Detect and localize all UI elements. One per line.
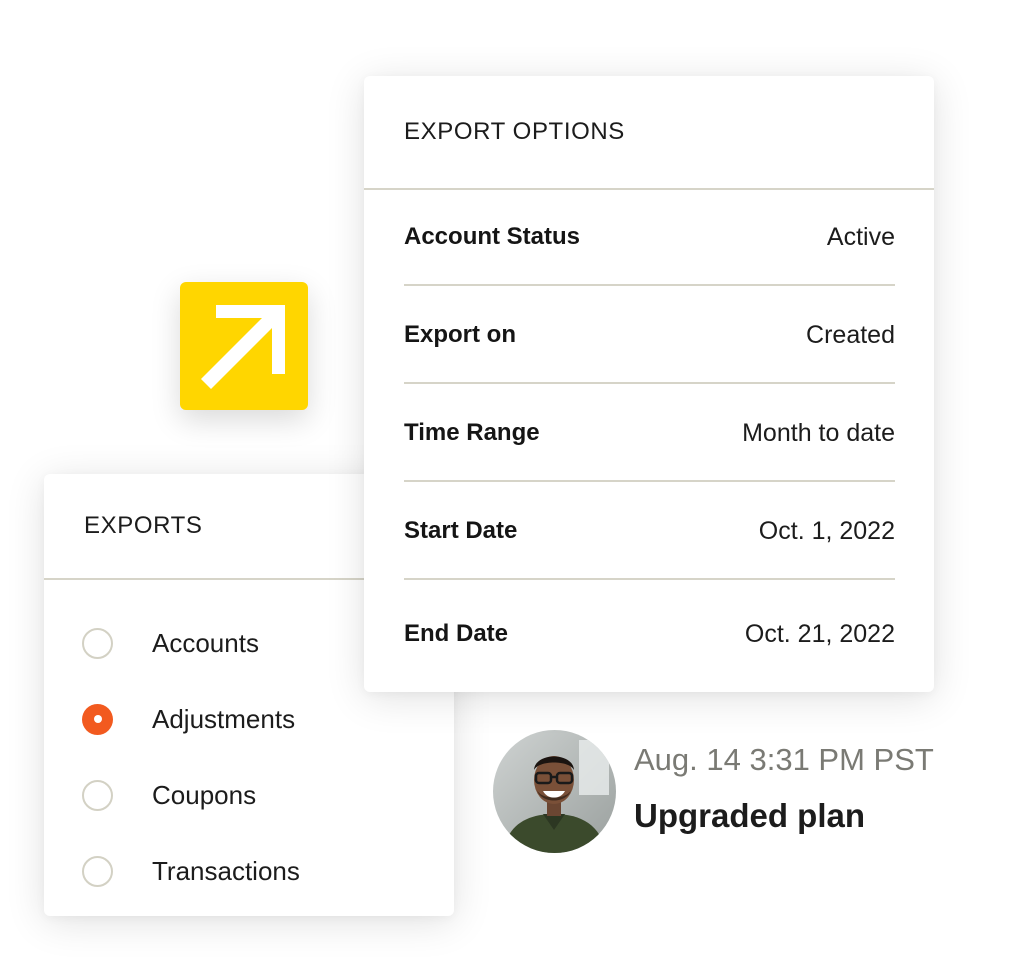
option-value[interactable]: Created	[806, 321, 895, 350]
user-avatar-photo	[493, 730, 616, 853]
exports-title: EXPORTS	[84, 512, 203, 539]
activity-timestamp: Aug. 14 3:31 PM PST	[634, 742, 934, 777]
option-value[interactable]: Active	[827, 223, 895, 252]
export-option-accounts[interactable]: Accounts	[82, 605, 300, 681]
export-options-header: EXPORT OPTIONS	[364, 76, 934, 190]
radio-label: Adjustments	[152, 703, 296, 734]
option-label: Start Date	[404, 517, 518, 544]
radio-button-selected[interactable]	[82, 703, 113, 735]
export-arrow-tile	[180, 282, 308, 410]
export-option-transactions[interactable]: Transactions	[82, 833, 300, 909]
export-options-panel: EXPORT OPTIONS Account Status Active Exp…	[364, 76, 934, 692]
option-value[interactable]: Oct. 21, 2022	[745, 620, 895, 649]
exports-radio-list: Accounts Adjustments Coupons Transaction…	[82, 605, 300, 909]
activity-event: Upgraded plan	[634, 797, 866, 834]
option-value[interactable]: Month to date	[742, 419, 895, 448]
option-value[interactable]: Oct. 1, 2022	[759, 517, 895, 546]
radio-button[interactable]	[82, 627, 113, 659]
option-row-export-on[interactable]: Export on Created	[404, 288, 895, 384]
export-option-adjustments[interactable]: Adjustments	[82, 681, 300, 757]
export-options-title: EXPORT OPTIONS	[404, 118, 625, 145]
radio-label: Accounts	[152, 627, 259, 658]
option-row-account-status[interactable]: Account Status Active	[404, 190, 895, 286]
arrow-up-right-icon	[201, 305, 285, 389]
option-label: End Date	[404, 620, 509, 647]
option-row-end-date[interactable]: End Date Oct. 21, 2022	[404, 586, 895, 682]
radio-button[interactable]	[82, 855, 113, 887]
option-label: Account Status	[404, 223, 581, 250]
export-option-coupons[interactable]: Coupons	[82, 757, 300, 833]
avatar	[493, 730, 616, 853]
option-row-start-date[interactable]: Start Date Oct. 1, 2022	[404, 484, 895, 580]
radio-label: Coupons	[152, 779, 257, 810]
option-row-time-range[interactable]: Time Range Month to date	[404, 386, 895, 482]
option-label: Time Range	[404, 419, 540, 446]
radio-label: Transactions	[152, 855, 300, 886]
option-label: Export on	[404, 321, 516, 348]
radio-button[interactable]	[82, 779, 113, 811]
